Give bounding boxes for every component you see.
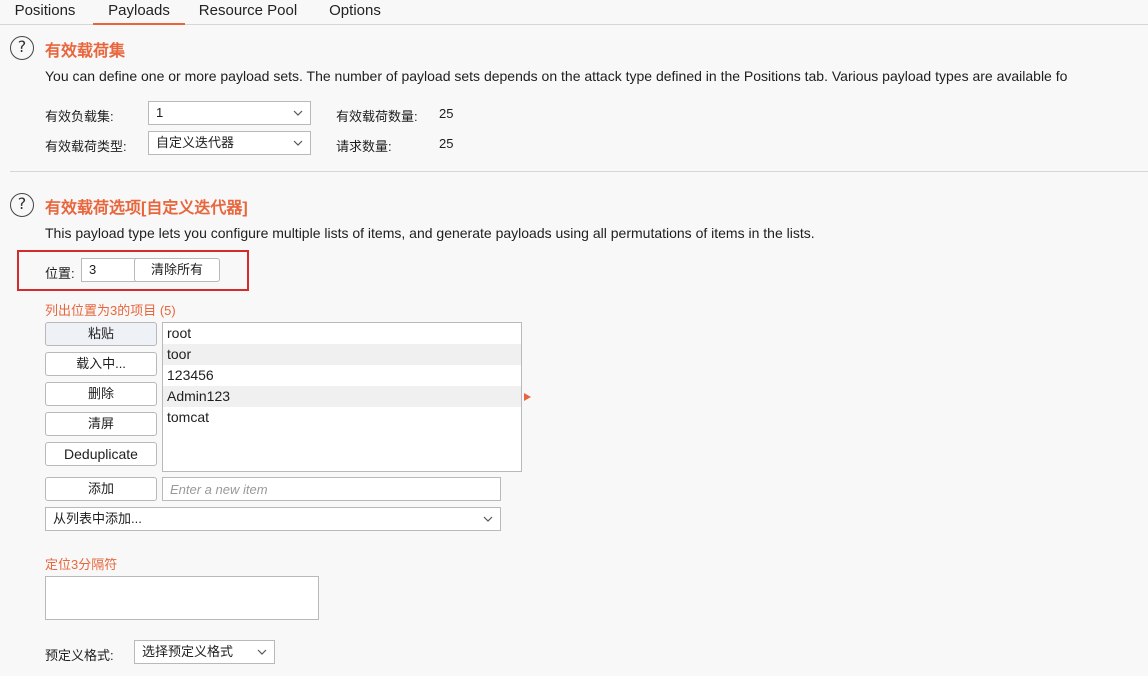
position-input[interactable]: 3 (81, 258, 137, 282)
payload-sets-title: 有效载荷集 (45, 43, 126, 60)
payload-count-value: 25 (439, 106, 454, 121)
chevron-down-icon (483, 516, 493, 522)
list-item[interactable]: toor (163, 344, 521, 365)
tab-options[interactable]: Options (320, 0, 390, 25)
remove-button[interactable]: 删除 (45, 382, 157, 406)
new-item-input[interactable] (162, 477, 501, 501)
payload-sets-description: You can define one or more payload sets.… (45, 68, 1068, 84)
clear-button[interactable]: 清屏 (45, 412, 157, 436)
payload-type-select[interactable]: 自定义迭代器 (148, 131, 311, 155)
list-item[interactable]: root (163, 323, 521, 344)
tab-payloads[interactable]: Payloads (93, 0, 185, 25)
separator-title: 定位3分隔符 (45, 557, 118, 572)
tab-resource-pool[interactable]: Resource Pool (193, 0, 303, 25)
payload-items-list[interactable]: root toor 123456 Admin123 tomcat (162, 322, 522, 472)
chevron-down-icon (293, 110, 303, 116)
predefined-format-select[interactable]: 选择预定义格式 (134, 640, 275, 664)
list-item[interactable]: Admin123 (163, 386, 521, 407)
chevron-down-icon (293, 140, 303, 146)
chevron-down-icon (257, 649, 267, 655)
tab-bar: Positions Payloads Resource Pool Options (0, 0, 1148, 25)
clear-all-button[interactable]: 清除所有 (134, 258, 220, 282)
payload-type-label: 有效载荷类型: (45, 139, 127, 154)
payload-set-label: 有效负载集: (45, 109, 114, 124)
help-icon[interactable]: ? (10, 193, 34, 217)
position-value: 3 (89, 262, 97, 277)
paste-button[interactable]: 粘贴 (45, 322, 157, 346)
payload-options-description: This payload type lets you configure mul… (45, 225, 815, 241)
tab-positions[interactable]: Positions (5, 0, 85, 25)
deduplicate-button[interactable]: Deduplicate (45, 442, 157, 466)
separator-textarea[interactable] (45, 576, 319, 620)
list-title: 列出位置为3的项目 (5) (45, 303, 176, 318)
triangle-right-icon (524, 393, 531, 401)
position-label: 位置: (45, 266, 75, 281)
add-button[interactable]: 添加 (45, 477, 157, 501)
payload-set-value: 1 (156, 105, 164, 120)
add-from-list-select[interactable]: 从列表中添加... (45, 507, 501, 531)
payload-count-label: 有效载荷数量: (336, 109, 418, 124)
section-divider (10, 171, 1148, 172)
list-item[interactable]: 123456 (163, 365, 521, 386)
predefined-format-value: 选择预定义格式 (142, 644, 234, 659)
list-item[interactable]: tomcat (163, 407, 521, 428)
load-button[interactable]: 载入中... (45, 352, 157, 376)
predefined-format-label: 预定义格式: (45, 648, 114, 663)
add-from-list-value: 从列表中添加... (53, 511, 142, 526)
payload-type-value: 自定义迭代器 (156, 135, 235, 150)
payload-set-select[interactable]: 1 (148, 101, 311, 125)
request-count-value: 25 (439, 136, 454, 151)
request-count-label: 请求数量: (336, 139, 392, 154)
payload-options-title: 有效载荷选项[自定义迭代器] (45, 200, 248, 217)
help-icon[interactable]: ? (10, 36, 34, 60)
